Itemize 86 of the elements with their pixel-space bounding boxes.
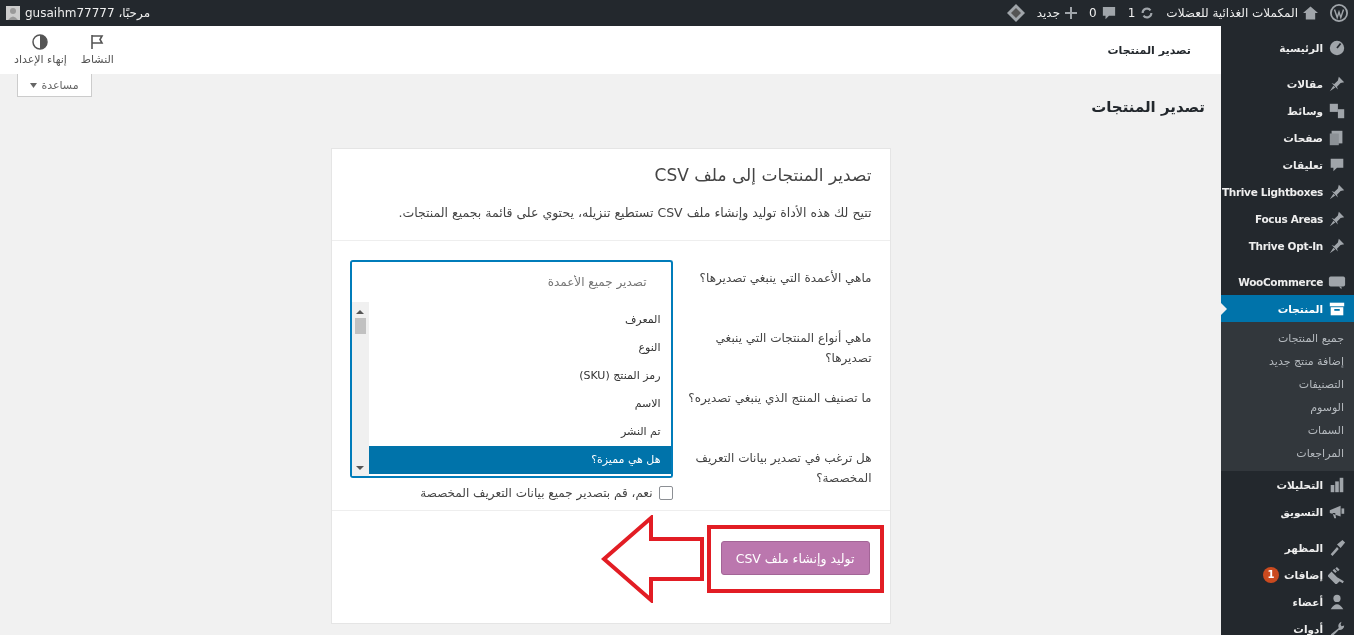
menu-icon [1328,236,1346,255]
dropdown-option[interactable]: رمز المنتج (SKU) [368,362,671,390]
dropdown-option[interactable]: المعرف [368,306,671,334]
help-tab[interactable]: مساعدة [17,74,92,97]
sidebar-item[interactable]: أعضاء [1221,588,1354,615]
submenu-item[interactable]: جميع المنتجات [1221,327,1354,350]
wordpress-logo-icon[interactable] [1330,4,1348,22]
sidebar-item[interactable]: الرئيسية [1221,34,1354,61]
card-title: تصدير المنتجات إلى ملف CSV [653,165,872,185]
page-title: تصدير المنتجات [1090,98,1205,118]
new-label: جديد [1036,6,1061,20]
sidebar-item[interactable]: Thrive Lightboxes [1221,178,1354,205]
submenu-item[interactable]: السمات [1221,419,1354,442]
menu-icon [1328,475,1346,494]
sidebar-label: صفحات [1283,131,1323,144]
submenu-item[interactable]: التصنيفات [1221,373,1354,396]
updates-link[interactable]: 1 [1127,6,1155,20]
menu-icon [1328,101,1346,120]
sidebar-label: مقالات [1286,77,1323,90]
menu-icon [1328,565,1346,584]
updates-count: 1 [1127,6,1136,20]
header-action[interactable]: النشاط [76,34,118,66]
menu-icon [1328,182,1346,201]
field-label: هل ترغب في تصدير بيانات التعريف المخصصة؟ [695,451,872,485]
comments-link[interactable]: 0 [1089,6,1116,20]
menu-icon [1328,74,1346,93]
menu-icon [1328,619,1346,635]
sidebar-label: Focus Areas [1254,212,1323,225]
half-circle-icon [32,34,49,50]
sidebar-label: الرئيسية [1279,41,1323,54]
sidebar-label: أدوات [1293,622,1323,635]
home-icon [1303,6,1318,20]
checkbox[interactable] [658,486,673,500]
sidebar-label: التحليلات [1276,478,1323,491]
sidebar-item[interactable]: Thrive Opt-In [1221,232,1354,259]
count-badge: 1 [1262,566,1279,583]
submenu-item[interactable]: الوسوم [1221,396,1354,419]
plus-icon [1065,7,1078,19]
sidebar-item[interactable]: المنتجات [1221,295,1354,322]
sidebar-item[interactable]: WooCommerce [1221,268,1354,295]
dropdown-option[interactable]: النوع [368,334,671,362]
menu-icon [1328,209,1346,228]
sidebar-label: Thrive Opt-In [1248,239,1323,252]
refresh-icon [1140,6,1155,20]
dropdown-option[interactable]: هل هي مميزة؟ [368,446,671,474]
card-description: تتيح لك هذه الأداة توليد وإنشاء ملف CSV تستطيع تنزيله، يحتوي على قائمة بجميع المنتجات. [397,205,872,220]
sidebar-item[interactable]: المظهر [1221,534,1354,561]
sidebar-label: التسويق [1280,505,1323,518]
field-label: ما تصنيف المنتج الذي ينبغي تصديره؟ [688,391,872,405]
dropdown-option[interactable]: تم النشر [368,418,671,446]
submenu-item[interactable]: إضافة منتج جديد [1221,350,1354,373]
sidebar-label: وسائط [1287,104,1323,117]
sidebar-label: المظهر [1284,541,1323,554]
scrollbar[interactable] [351,302,369,476]
flag-icon [89,34,106,50]
comments-count: 0 [1089,6,1097,20]
caret-icon [30,82,38,88]
menu-icon [1328,38,1346,57]
sidebar-item[interactable]: أدوات [1221,615,1354,635]
sidebar-label: المنتجات [1277,302,1323,315]
sidebar-item[interactable]: Focus Areas [1221,205,1354,232]
header-title: تصدير المنتجات [1107,43,1191,57]
columns-select[interactable]: تصدير جميع الأعمدة [349,260,673,302]
sidebar-item[interactable]: وسائط [1221,97,1354,124]
sidebar-item[interactable]: التحليلات [1221,471,1354,498]
submenu-item[interactable]: المراجعات [1221,442,1354,465]
field-label: ماهي الأعمدة التي ينبغي تصديرها؟ [699,271,872,285]
sidebar-label: Thrive Lightboxes [1221,185,1323,198]
sidebar-item[interactable]: التسويق [1221,498,1354,525]
menu-icon [1328,592,1346,611]
sidebar-label: تعليقات [1282,158,1323,171]
sidebar-item[interactable]: تعليقات [1221,151,1354,178]
sidebar-label: WooCommerce [1238,275,1323,288]
header-action[interactable]: إنهاء الإعداد [10,34,71,66]
new-link[interactable]: جديد [1036,6,1078,20]
sidebar-label: إضافات [1283,568,1323,581]
sidebar-item[interactable]: مقالات [1221,70,1354,97]
comment-icon [1101,6,1116,20]
avatar-icon [6,6,20,20]
sidebar-label: أعضاء [1292,595,1323,608]
checkbox-label: نعم، قم بتصدير جميع بيانات التعريف المخصصة [420,486,653,500]
sidebar-item[interactable]: صفحات [1221,124,1354,151]
diamond-icon[interactable] [1006,4,1025,22]
dropdown-option[interactable]: الاسم [368,390,671,418]
field-label: ماهي أنواع المنتجات التي ينبغي تصديرها؟ [715,331,872,365]
menu-icon [1328,538,1346,557]
